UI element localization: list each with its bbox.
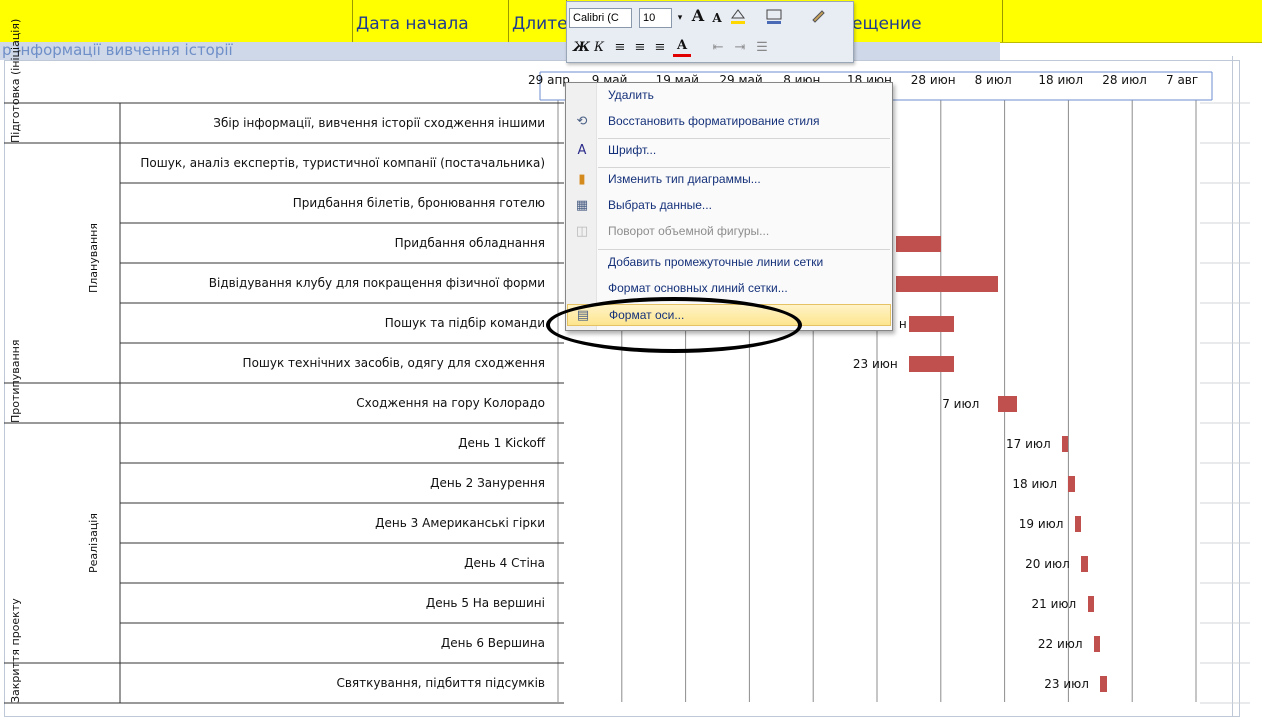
bar-data-label: 20 июл [1025,557,1070,571]
3d-rotation-icon: ◫ [575,224,589,239]
menu-item-0[interactable]: Удалить [567,85,891,107]
annotation-ellipse [546,297,802,353]
gantt-bar[interactable] [896,276,999,292]
font-name-combo[interactable]: Calibri (С [569,8,632,28]
align-center-icon[interactable]: ≡ [631,38,649,58]
increase-indent-icon: ⇥ [734,40,746,55]
group-label: Закриття проекту [9,598,22,703]
menu-separator [598,249,890,250]
group-label: Планування [87,223,100,293]
task-label: Придбання білетів, бронювання готелю [292,196,545,210]
select-data-icon: ▦ [575,198,589,213]
shrink-font-button[interactable]: A [709,8,725,28]
outline-color-icon[interactable] [763,6,785,26]
menu-item-5: ◫ Поворот объемной фигуры... [567,221,891,243]
bar-data-label: 22 июл [1037,637,1083,651]
gantt-bar[interactable] [896,236,941,252]
x-tick-label[interactable]: 8 июл [975,73,1012,87]
task-label: Святкування, підбиття підсумків [336,676,545,690]
gantt-bar[interactable] [908,316,954,332]
task-label: Збір інформації, вивчення історії сходже… [213,116,545,130]
align-left-icon[interactable]: ≡ [611,38,629,58]
menu-item-label: Шрифт... [608,143,657,157]
task-label: Придбання обладнання [394,236,545,250]
task-label: Пошук та підбір команди [384,316,545,330]
bar-data-label: 23 июл [1044,677,1089,691]
menu-item-2[interactable]: A Шрифт... [567,140,891,162]
mini-format-toolbar: Calibri (С 10 ▾ A A Ж К ≡ ≡ ≡ A ⇤ ⇥ ☰ [566,1,854,63]
bar-data-label: 19 июл [1018,517,1064,531]
menu-separator [598,167,890,168]
font-size-dropdown-icon[interactable]: ▾ [673,8,687,28]
gantt-bar[interactable] [1062,436,1069,452]
menu-item-7[interactable]: Формат основных линий сетки... [567,278,891,300]
font-color-button[interactable]: A [673,36,691,57]
format-painter-icon[interactable] [807,6,829,26]
italic-button[interactable]: К [591,38,607,58]
menu-item-4[interactable]: ▦ Выбрать данные... [567,195,891,217]
gantt-bar[interactable] [1074,516,1082,532]
menu-item-3[interactable]: ▮ Изменить тип диаграммы... [567,169,891,191]
menu-item-label: Изменить тип диаграммы... [608,172,761,186]
bar-data-label: 7 июл [942,397,980,411]
task-label: День 1 Kickoff [458,436,545,450]
task-label: День 3 Американські гірки [375,516,545,530]
menu-item-6[interactable]: Добавить промежуточные линии сетки [567,252,891,274]
bar-data-label: 23 июн [852,357,898,371]
font-size-combo[interactable]: 10 [639,8,672,28]
gantt-bar[interactable] [1087,596,1094,612]
gantt-bar[interactable] [908,356,954,372]
group-label: Підготовка (ініціація) [9,18,22,143]
reset-style-icon: ⟲ [576,114,588,129]
gantt-bar[interactable] [1081,556,1088,572]
gantt-bar[interactable] [1093,636,1101,652]
bold-button[interactable]: Ж [573,38,590,58]
context-menu: Удалить ⟲ Восстановить форматирование стил… [565,82,893,331]
font-name-value: Calibri (С [573,12,619,24]
font-icon: A [577,143,587,158]
menu-item-label: Восстановить форматирование стиля [608,114,820,128]
gantt-bar[interactable] [1100,676,1107,692]
gantt-bar[interactable] [998,396,1018,412]
menu-item-label: Добавить промежуточные линии сетки [608,255,824,269]
align-right-icon[interactable]: ≡ [651,38,669,58]
group-label: Протипування [9,339,22,423]
bar-data-label: 17 июл [1006,437,1051,451]
task-label: Пошук технічних засобів, одягу для сходж… [242,356,545,370]
x-tick-label[interactable]: 18 июл [1038,73,1083,87]
font-size-value: 10 [643,12,656,24]
fill-color-icon[interactable] [727,6,749,26]
menu-item-label: Выбрать данные... [608,198,712,212]
bullets-icon: ☰ [756,40,768,55]
group-label: Реалізація [87,513,100,573]
task-label: Сходження на гору Колорадо [356,396,545,410]
x-tick-label[interactable]: 7 авг [1166,73,1198,87]
menu-item-1[interactable]: ⟲ Восстановить форматирование стиля [567,111,891,133]
bar-data-label: 21 июл [1031,597,1077,611]
task-label: День 4 Стіна [464,556,545,570]
task-label: Пошук, аналіз експертів, туристичної ком… [140,156,545,170]
task-label: День 2 Занурення [430,476,545,490]
task-label: День 6 Вершина [440,636,545,650]
bar-data-label: н [898,317,907,331]
grow-font-button[interactable]: A [689,6,707,26]
chart-type-icon: ▮ [578,172,586,187]
menu-item-label: Поворот объемной фигуры... [608,224,770,238]
menu-item-label: Формат основных линий сетки... [608,281,788,295]
x-tick-label[interactable]: 28 июн [911,73,956,87]
menu-item-label: Удалить [608,88,654,102]
decrease-indent-icon: ⇤ [712,40,724,55]
gantt-bar[interactable] [1068,476,1075,492]
x-tick-label[interactable]: 28 июл [1102,73,1147,87]
task-label: День 5 На вершині [425,596,545,610]
x-tick-label[interactable]: 29 апр [528,73,570,87]
menu-separator [598,138,890,139]
task-label: Відвідування клубу для покращення фізичн… [208,276,545,290]
bar-data-label: 18 июл [1012,477,1058,491]
